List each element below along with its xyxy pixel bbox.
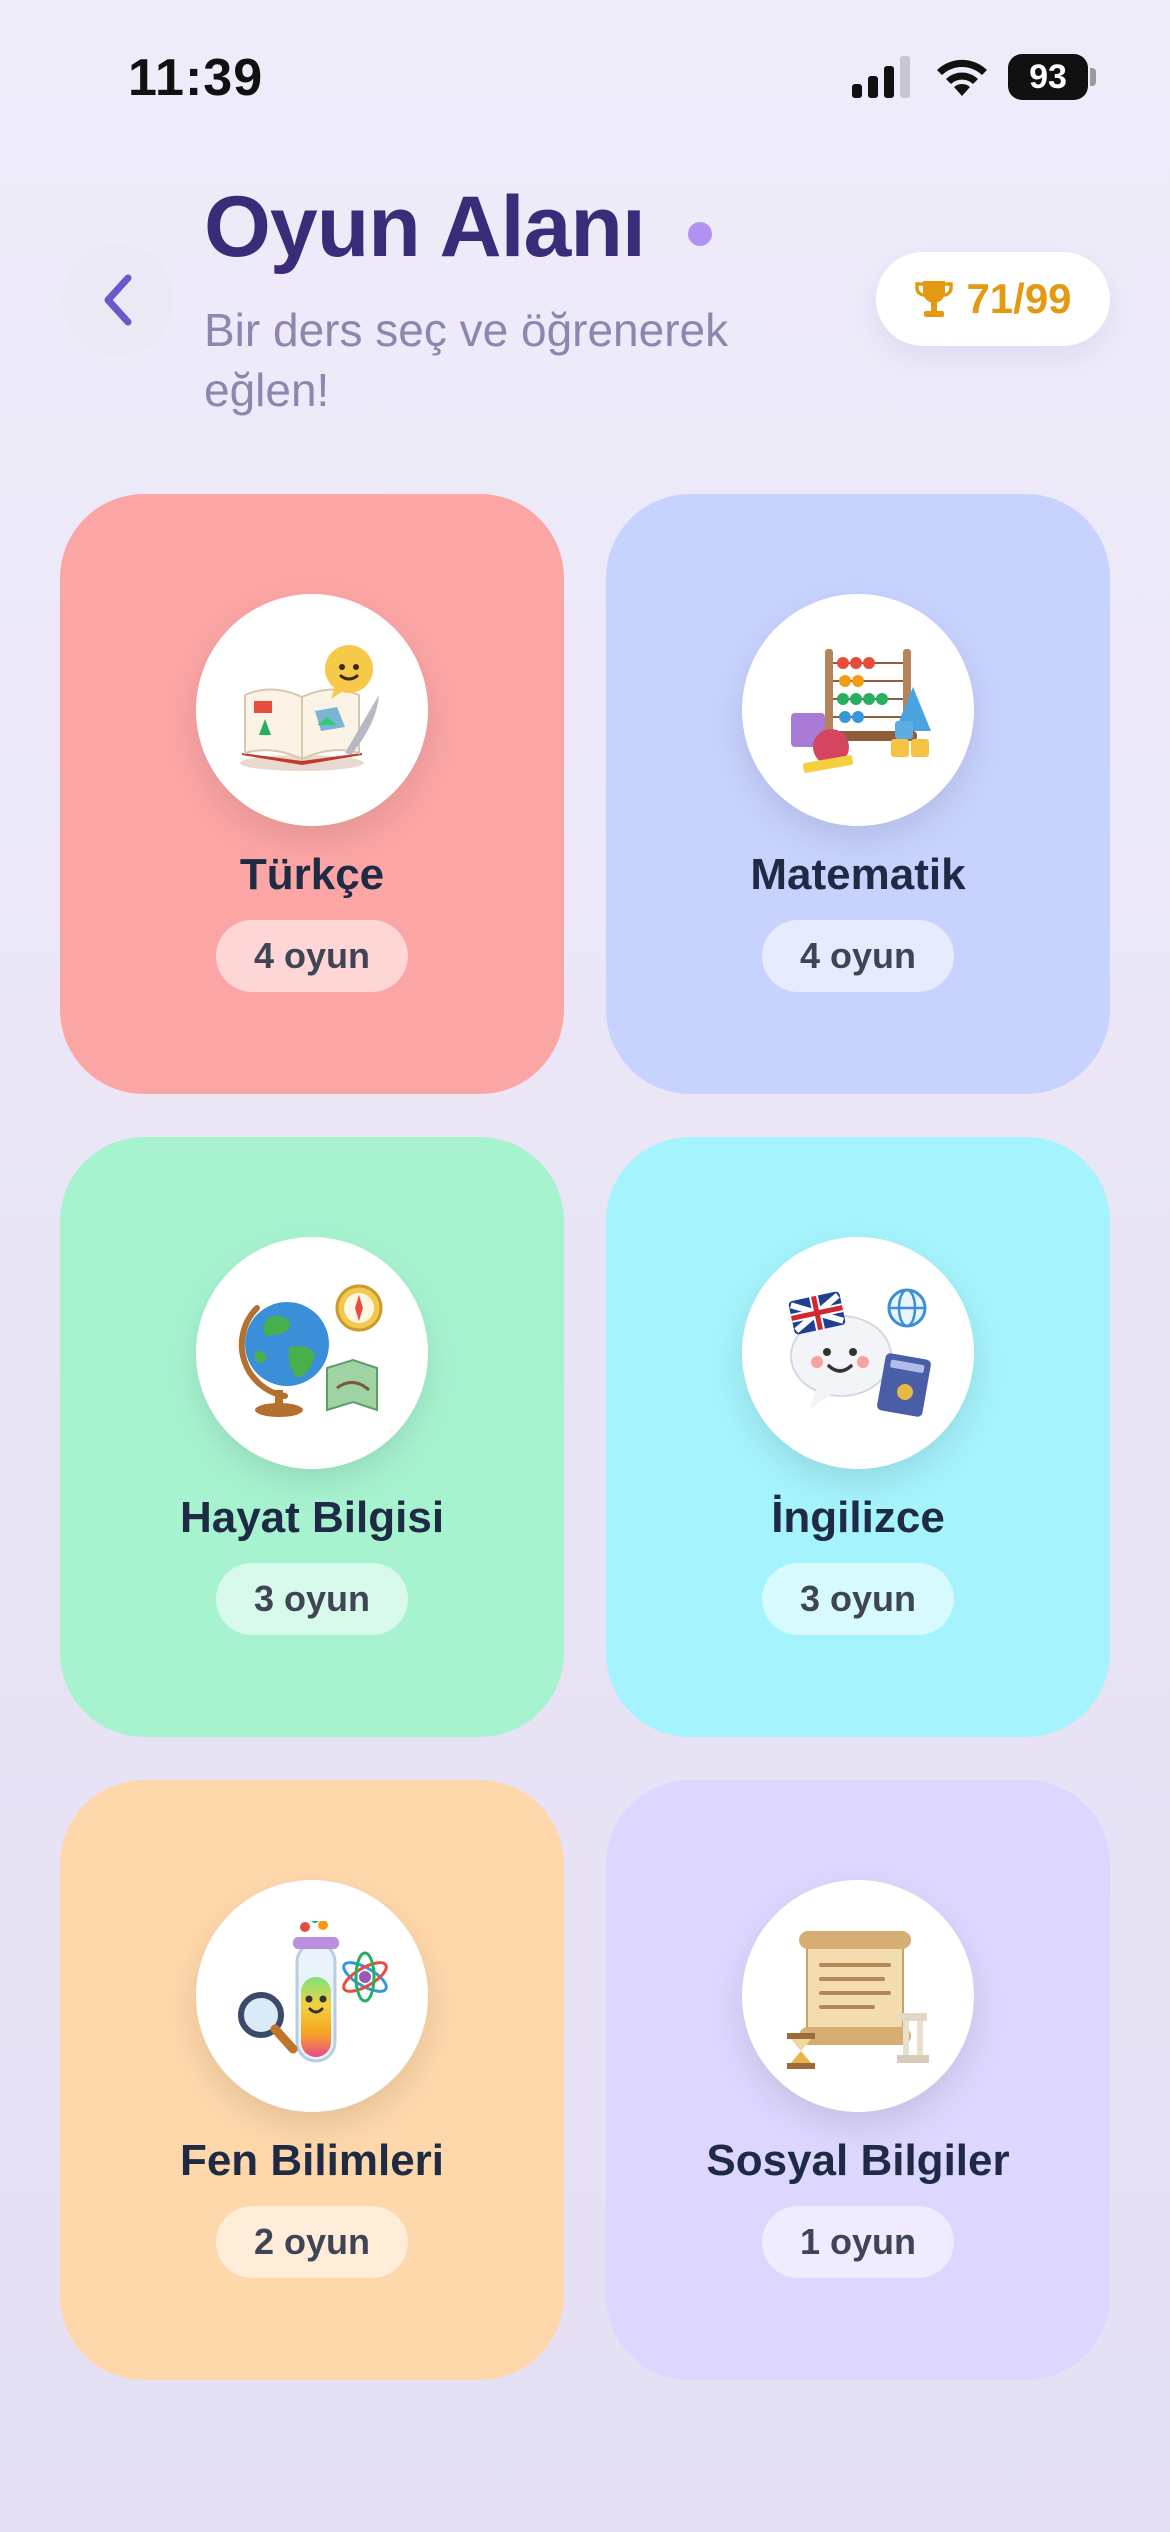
page-subtitle: Bir ders seç ve öğrenerek eğlen!	[204, 304, 729, 416]
subject-icon-circle	[196, 594, 428, 826]
subject-title: Türkçe	[239, 850, 385, 899]
subject-icon-circle	[742, 1237, 974, 1469]
scroll-icon	[787, 1931, 929, 2069]
subject-icon-circle	[196, 1237, 428, 1469]
test-tube-icon	[238, 1921, 388, 2063]
page-title: Oyun Alanı	[204, 179, 646, 275]
score-text: 71/99	[966, 275, 1072, 322]
speech-bubble-icon	[788, 1288, 931, 1417]
book-icon	[240, 645, 379, 771]
subject-card-turkce[interactable]: Türkçe 4 oyun	[60, 494, 564, 1094]
subject-title: Matematik	[750, 850, 966, 899]
back-button[interactable]	[62, 244, 174, 356]
globe-icon	[238, 1284, 383, 1417]
game-count-badge: 1 oyun	[761, 2206, 955, 2278]
subject-card-ingilizce[interactable]: İngilizce 3 oyun	[606, 1137, 1110, 1737]
abacus-icon	[791, 649, 931, 773]
game-count-badge: 4 oyun	[215, 920, 409, 992]
subject-title: Fen Bilimleri	[179, 2136, 445, 2185]
subject-title: Hayat Bilgisi	[179, 1493, 445, 1542]
status-time: 11:39	[128, 49, 264, 107]
status-bar: 11:39 93	[0, 0, 1170, 150]
subject-icon-circle	[742, 1880, 974, 2112]
title-accent-dot	[688, 222, 712, 246]
subject-card-hayat-bilgisi[interactable]: Hayat Bilgisi 3 oyun	[60, 1137, 564, 1737]
game-count-badge: 4 oyun	[761, 920, 955, 992]
game-count-badge: 3 oyun	[761, 1563, 955, 1635]
subject-title: Sosyal Bilgiler	[706, 2136, 1010, 2185]
chevron-left-icon	[104, 274, 132, 326]
battery-cap	[1090, 68, 1096, 86]
battery-indicator: 93	[1008, 54, 1088, 100]
subject-icon-circle	[742, 594, 974, 826]
subject-icon-circle	[196, 1880, 428, 2112]
cellular-signal-icon	[852, 56, 910, 98]
wifi-icon	[937, 59, 987, 96]
game-count-badge: 2 oyun	[215, 2206, 409, 2278]
subject-card-fen-bilimleri[interactable]: Fen Bilimleri 2 oyun	[60, 1780, 564, 2380]
subject-title: İngilizce	[771, 1493, 945, 1542]
game-count-badge: 3 oyun	[215, 1563, 409, 1635]
score-badge: 71/99	[876, 252, 1110, 346]
trophy-icon	[915, 281, 954, 317]
subject-card-sosyal-bilgiler[interactable]: Sosyal Bilgiler 1 oyun	[606, 1780, 1110, 2380]
subject-card-matematik[interactable]: Matematik 4 oyun	[606, 494, 1110, 1094]
